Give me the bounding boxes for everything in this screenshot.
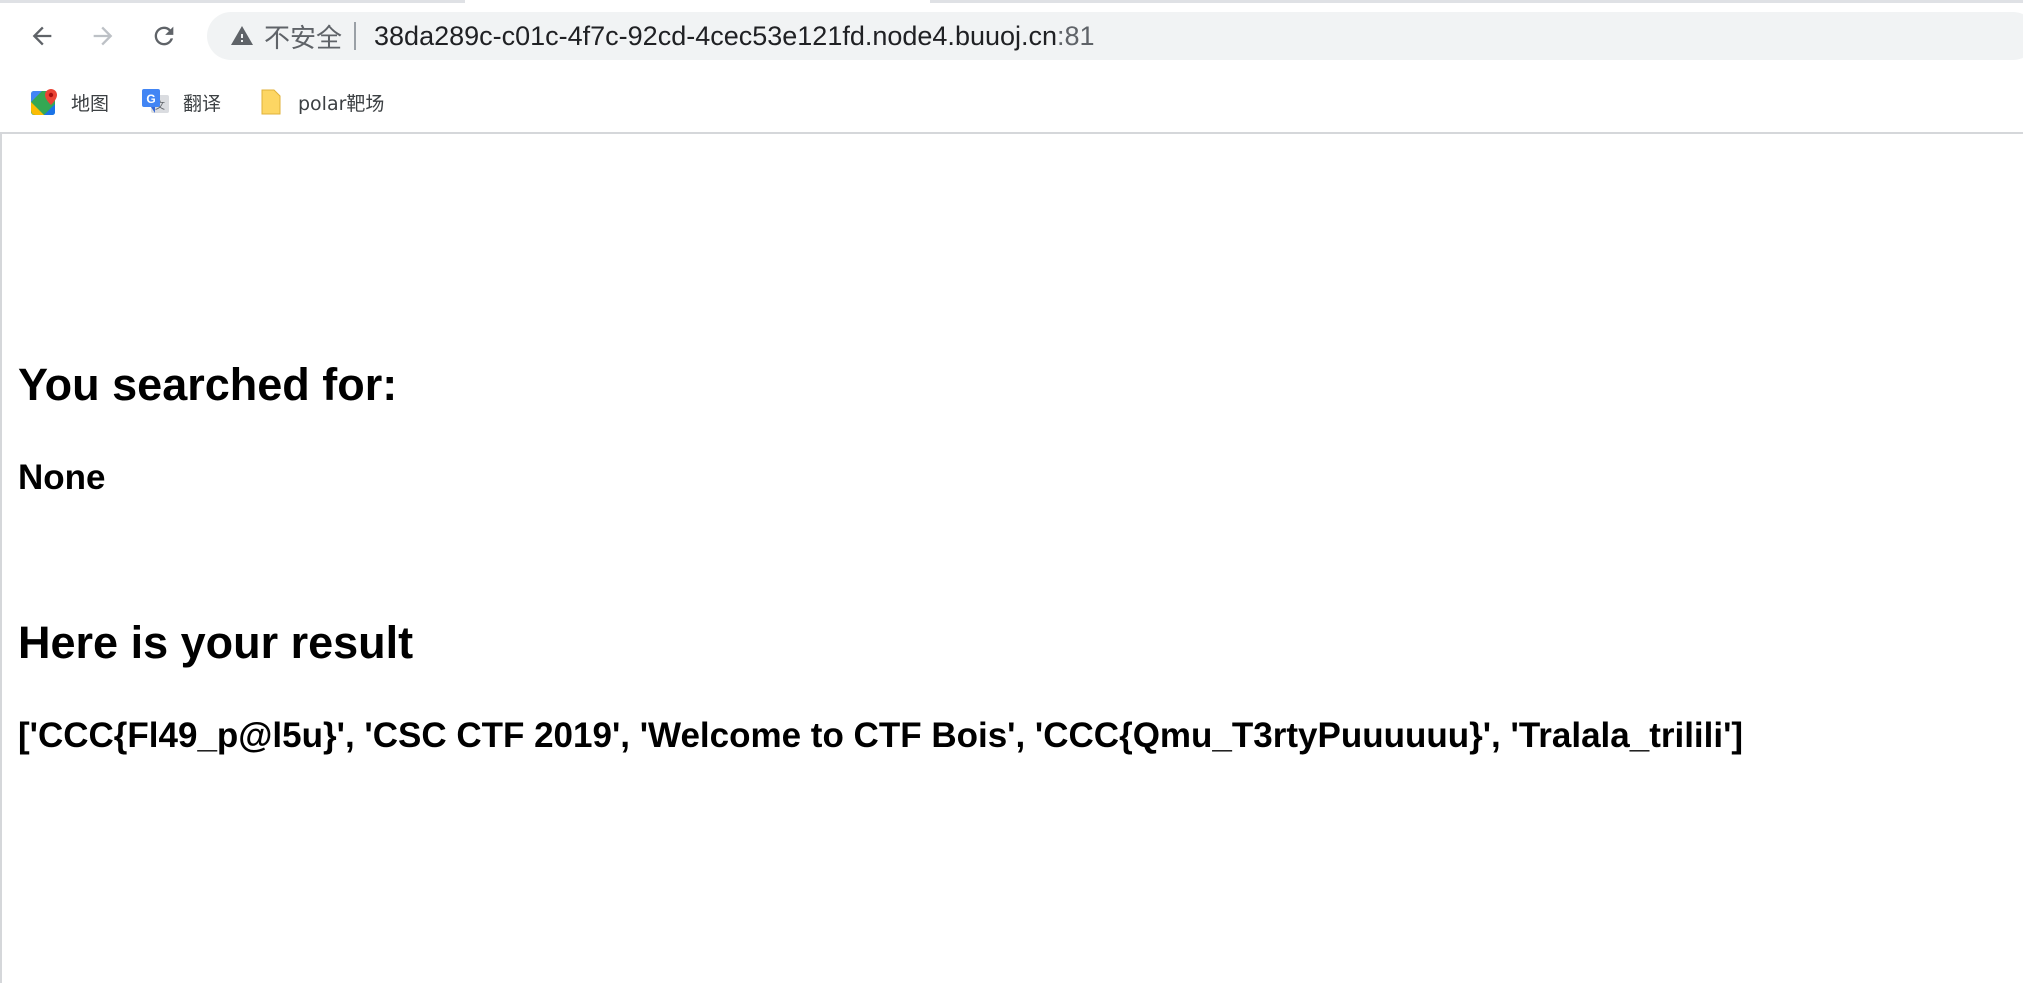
- page-content: You searched for: None Here is your resu…: [0, 134, 2023, 983]
- url-text[interactable]: 38da289c-c01c-4f7c-92cd-4cec53e121fd.nod…: [374, 21, 1095, 52]
- url-port: :81: [1057, 20, 1095, 51]
- forward-button[interactable]: [83, 16, 123, 56]
- bookmark-polar-folder[interactable]: polar靶场: [256, 82, 384, 122]
- bookmark-maps[interactable]: 地图: [29, 82, 109, 122]
- address-bar[interactable]: 不安全 38da289c-c01c-4f7c-92cd-4cec53e121fd…: [207, 12, 2023, 60]
- google-translate-icon: 文 G: [141, 87, 171, 117]
- query-value: None: [18, 458, 106, 497]
- security-status-label[interactable]: 不安全: [264, 18, 342, 55]
- url-host: 38da289c-c01c-4f7c-92cd-4cec53e121fd.nod…: [374, 20, 1058, 51]
- reload-icon: [154, 26, 174, 46]
- arrow-right-icon: [93, 26, 113, 46]
- tab-strip-edge: [0, 0, 2023, 3]
- bookmarks-bar: 地图 文 G 翻译 polar靶场: [0, 72, 2023, 134]
- svg-text:G: G: [146, 92, 155, 106]
- warning-triangle-icon[interactable]: [228, 22, 256, 50]
- bookmark-label: 地图: [71, 92, 110, 115]
- result-value: ['CCC{Fl49_p@l5u}', 'CSC CTF 2019', 'Wel…: [18, 716, 1744, 755]
- folder-icon: [256, 87, 286, 117]
- bookmark-label: 翻译: [183, 92, 222, 115]
- google-maps-icon: [29, 87, 59, 117]
- browser-toolbar: 不安全 38da289c-c01c-4f7c-92cd-4cec53e121fd…: [0, 0, 2023, 72]
- bookmark-label: polar靶场: [298, 92, 385, 115]
- arrow-left-icon: [32, 26, 52, 46]
- searched-heading: You searched for:: [18, 359, 398, 410]
- omnibox-divider: [354, 22, 357, 50]
- back-button[interactable]: [22, 16, 62, 56]
- reload-button[interactable]: [144, 16, 184, 56]
- browser-window: 不安全 38da289c-c01c-4f7c-92cd-4cec53e121fd…: [0, 0, 2023, 983]
- result-heading: Here is your result: [18, 617, 414, 668]
- bookmark-translate[interactable]: 文 G 翻译: [141, 82, 221, 122]
